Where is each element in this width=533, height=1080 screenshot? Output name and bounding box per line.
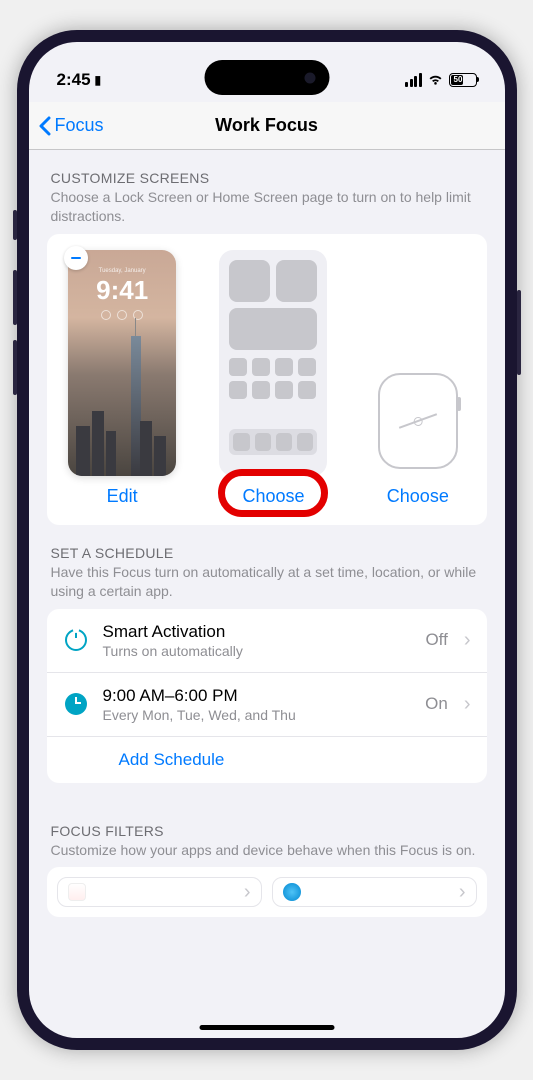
home-screen-option[interactable]: Choose <box>219 250 327 507</box>
filter-app-calendar[interactable]: › <box>57 877 262 907</box>
dynamic-island <box>204 60 329 95</box>
battery-icon: 50 <box>449 73 477 87</box>
choose-home-screen-button[interactable]: Choose <box>242 486 304 507</box>
status-time: 2:45 <box>57 70 91 90</box>
schedule-desc: Have this Focus turn on automatically at… <box>51 563 483 601</box>
customize-header: CUSTOMIZE SCREENS <box>51 170 483 186</box>
chevron-right-icon: › <box>464 693 471 716</box>
time-schedule-row[interactable]: 9:00 AM–6:00 PM Every Mon, Tue, Wed, and… <box>47 673 487 737</box>
home-screen-preview[interactable] <box>219 250 327 476</box>
calendar-app-icon <box>68 883 86 901</box>
time-schedule-sub: Every Mon, Tue, Wed, and Thu <box>103 707 412 723</box>
lock-screen-option[interactable]: Tuesday, January 9:41 <box>68 250 176 507</box>
schedule-header: SET A SCHEDULE <box>51 545 483 561</box>
smart-activation-row[interactable]: Smart Activation Turns on automatically … <box>47 609 487 673</box>
wifi-icon <box>427 73 444 86</box>
safari-app-icon <box>283 883 301 901</box>
filters-desc: Customize how your apps and device behav… <box>51 841 483 860</box>
power-icon <box>65 629 87 651</box>
page-title: Work Focus <box>215 115 318 136</box>
watch-preview[interactable] <box>371 366 465 476</box>
smart-activation-sub: Turns on automatically <box>103 643 412 659</box>
clock-icon <box>65 693 87 715</box>
filter-app-safari[interactable]: › <box>272 877 477 907</box>
chevron-right-icon: › <box>464 629 471 652</box>
cellular-icon <box>405 73 422 87</box>
schedule-card: Smart Activation Turns on automatically … <box>47 609 487 783</box>
time-schedule-title: 9:00 AM–6:00 PM <box>103 686 412 706</box>
screens-card: Tuesday, January 9:41 <box>47 234 487 525</box>
watch-face-option[interactable]: Choose <box>371 366 465 507</box>
filters-header: FOCUS FILTERS <box>51 823 483 839</box>
add-schedule-row[interactable]: Add Schedule <box>47 737 487 783</box>
lock-screen-preview[interactable]: Tuesday, January 9:41 <box>68 250 176 476</box>
portrait-lock-icon: ▮ <box>95 73 102 87</box>
choose-watch-button[interactable]: Choose <box>387 486 449 507</box>
nav-bar: Focus Work Focus <box>29 102 505 150</box>
time-schedule-value: On <box>425 694 448 714</box>
filters-card: › › <box>47 867 487 917</box>
smart-activation-title: Smart Activation <box>103 622 412 642</box>
smart-activation-value: Off <box>425 630 447 650</box>
customize-desc: Choose a Lock Screen or Home Screen page… <box>51 188 483 226</box>
edit-lock-screen-button[interactable]: Edit <box>107 486 138 507</box>
phone-frame: 2:45 ▮ 50 Focus Work Focus CUSTOMIZE SCR <box>17 30 517 1050</box>
add-schedule-button[interactable]: Add Schedule <box>63 750 225 770</box>
chevron-right-icon: › <box>244 881 251 904</box>
home-indicator[interactable] <box>199 1025 334 1030</box>
chevron-right-icon: › <box>459 881 466 904</box>
chevron-left-icon <box>39 116 51 136</box>
remove-lock-screen-button[interactable] <box>64 246 88 270</box>
back-button[interactable]: Focus <box>39 115 104 136</box>
